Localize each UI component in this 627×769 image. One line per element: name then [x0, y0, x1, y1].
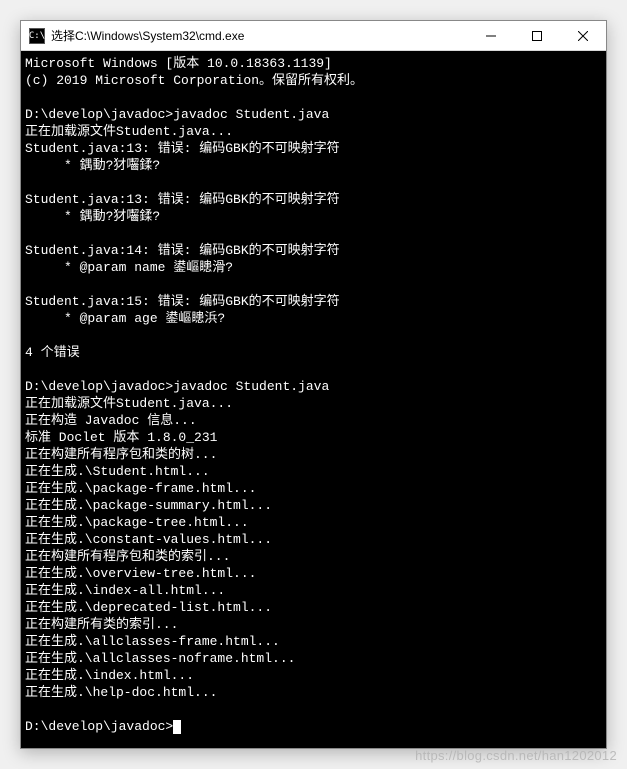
maximize-icon: [532, 31, 542, 41]
console-line: 正在生成.\deprecated-list.html...: [25, 599, 602, 616]
cmd-icon: C:\: [29, 28, 45, 44]
console-line: Student.java:14: 错误: 编码GBK的不可映射字符: [25, 242, 602, 259]
console-line: 正在生成.\package-summary.html...: [25, 497, 602, 514]
console-line: 正在加载源文件Student.java...: [25, 395, 602, 412]
titlebar[interactable]: C:\ 选择C:\Windows\System32\cmd.exe: [21, 21, 606, 51]
console-line: [25, 174, 602, 191]
console-line: 正在生成.\Student.html...: [25, 463, 602, 480]
cmd-window: C:\ 选择C:\Windows\System32\cmd.exe Micros…: [20, 20, 607, 749]
console-line: [25, 361, 602, 378]
console-line: * @param name 鍙嶇瞣滑?: [25, 259, 602, 276]
console-line: 正在生成.\constant-values.html...: [25, 531, 602, 548]
console-line: [25, 89, 602, 106]
console-line: Microsoft Windows [版本 10.0.18363.1139]: [25, 55, 602, 72]
console-line: 正在构造 Javadoc 信息...: [25, 412, 602, 429]
console-line: Student.java:15: 错误: 编码GBK的不可映射字符: [25, 293, 602, 310]
console-line: 正在生成.\package-tree.html...: [25, 514, 602, 531]
close-icon: [578, 31, 588, 41]
console-line: D:\develop\javadoc>javadoc Student.java: [25, 378, 602, 395]
console-line: 正在构建所有程序包和类的索引...: [25, 548, 602, 565]
console-line: 正在生成.\index.html...: [25, 667, 602, 684]
console-line: 正在生成.\help-doc.html...: [25, 684, 602, 701]
console-line: Student.java:13: 错误: 编码GBK的不可映射字符: [25, 140, 602, 157]
console-line: * @param age 鍙嶇瞣浜?: [25, 310, 602, 327]
console-line: [25, 701, 602, 718]
maximize-button[interactable]: [514, 21, 560, 50]
console-line: D:\develop\javadoc>javadoc Student.java: [25, 106, 602, 123]
console-line: 正在生成.\index-all.html...: [25, 582, 602, 599]
minimize-icon: [486, 31, 496, 41]
console-output[interactable]: Microsoft Windows [版本 10.0.18363.1139](c…: [21, 51, 606, 748]
console-line: D:\develop\javadoc>: [25, 718, 602, 735]
console-line: * 鍝動?犲囓鍒?: [25, 157, 602, 174]
console-line: [25, 327, 602, 344]
minimize-button[interactable]: [468, 21, 514, 50]
window-controls: [468, 21, 606, 50]
console-line: [25, 225, 602, 242]
close-button[interactable]: [560, 21, 606, 50]
console-line: [25, 276, 602, 293]
window-title: 选择C:\Windows\System32\cmd.exe: [51, 27, 468, 44]
console-line: 4 个错误: [25, 344, 602, 361]
console-line: 标准 Doclet 版本 1.8.0_231: [25, 429, 602, 446]
console-line: 正在构建所有类的索引...: [25, 616, 602, 633]
console-line: 正在生成.\allclasses-noframe.html...: [25, 650, 602, 667]
console-line: 正在加载源文件Student.java...: [25, 123, 602, 140]
console-line: 正在生成.\package-frame.html...: [25, 480, 602, 497]
console-line: 正在生成.\overview-tree.html...: [25, 565, 602, 582]
console-line: Student.java:13: 错误: 编码GBK的不可映射字符: [25, 191, 602, 208]
console-line: (c) 2019 Microsoft Corporation。保留所有权利。: [25, 72, 602, 89]
watermark-text: https://blog.csdn.net/han1202012: [415, 748, 617, 763]
console-line: 正在生成.\allclasses-frame.html...: [25, 633, 602, 650]
console-line: 正在构建所有程序包和类的树...: [25, 446, 602, 463]
cursor: [173, 720, 181, 734]
console-line: * 鍝動?犲囓鍒?: [25, 208, 602, 225]
